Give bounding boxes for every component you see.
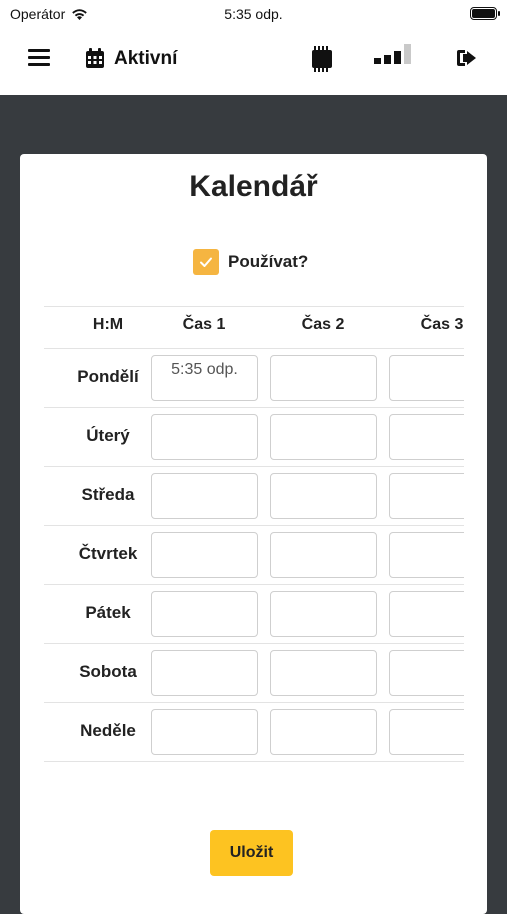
time-input[interactable]	[270, 709, 377, 755]
day-label: Středa	[81, 485, 135, 504]
save-button[interactable]: Uložit	[210, 830, 293, 876]
time-input[interactable]: 5:35 odp.	[151, 355, 258, 401]
time-input[interactable]	[389, 473, 464, 519]
time-input[interactable]	[270, 355, 377, 401]
day-label: Pondělí	[77, 367, 139, 386]
header-hm: H:M	[92, 316, 124, 333]
signal-icon	[374, 44, 411, 64]
row-border	[44, 525, 464, 526]
time-input[interactable]	[389, 532, 464, 578]
header-time-2: Čas 2	[301, 316, 345, 333]
time-input[interactable]	[389, 709, 464, 755]
chip-icon	[312, 46, 332, 72]
time-input[interactable]	[151, 709, 258, 755]
status-time: 5:35 odp.	[224, 6, 283, 22]
table-top-border	[44, 306, 464, 307]
table-header-border	[44, 348, 464, 349]
time-input[interactable]	[270, 414, 377, 460]
row-border	[44, 702, 464, 703]
use-checkbox[interactable]: Používat?	[193, 249, 308, 275]
battery-icon	[470, 7, 500, 20]
time-input[interactable]	[389, 591, 464, 637]
checkbox-box[interactable]	[193, 249, 219, 275]
time-input[interactable]	[151, 414, 258, 460]
app-bar: Aktivní	[0, 38, 507, 80]
header-time-1: Čas 1	[182, 316, 226, 333]
header-time-3: Čas 3	[420, 316, 464, 333]
use-label: Používat?	[228, 252, 309, 271]
calendar-card: Kalendář Používat? H:M Čas 1 Čas 2 Čas 3 Pon…	[20, 154, 487, 914]
day-label: Pátek	[85, 603, 131, 622]
status-bar: Operátor 5:35 odp.	[0, 0, 507, 30]
row-border	[44, 407, 464, 408]
page-title: Kalendář	[189, 170, 318, 203]
row-border	[44, 761, 464, 762]
time-input[interactable]	[151, 650, 258, 696]
row-border	[44, 466, 464, 467]
day-label: Úterý	[86, 426, 130, 445]
time-input[interactable]	[270, 650, 377, 696]
time-input[interactable]	[389, 650, 464, 696]
day-label: Čtvrtek	[78, 544, 138, 563]
schedule-table: H:M Čas 1 Čas 2 Čas 3 Pondělí 5:35 odp. Úterý S…	[44, 306, 464, 782]
time-input[interactable]	[270, 473, 377, 519]
time-input[interactable]	[151, 591, 258, 637]
time-input[interactable]	[151, 532, 258, 578]
day-label: Neděle	[80, 721, 136, 740]
time-input[interactable]	[151, 473, 258, 519]
time-input[interactable]	[270, 532, 377, 578]
time-input[interactable]	[389, 414, 464, 460]
top-bar: Operátor 5:35 odp. Aktivní	[0, 0, 507, 95]
logout-icon[interactable]	[456, 49, 478, 67]
row-border	[44, 584, 464, 585]
check-icon	[200, 257, 212, 267]
menu-icon[interactable]	[28, 49, 50, 67]
time-input[interactable]	[389, 355, 464, 401]
time-input[interactable]	[270, 591, 377, 637]
calendar-icon	[86, 48, 104, 68]
row-border	[44, 643, 464, 644]
app-title: Aktivní	[114, 48, 178, 69]
day-label: Sobota	[79, 662, 137, 681]
